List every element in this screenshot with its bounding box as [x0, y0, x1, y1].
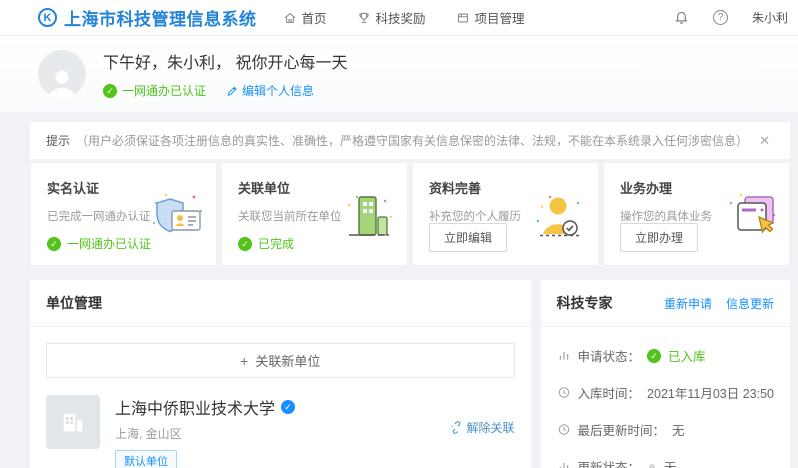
unit-location: 上海, 金山区 — [115, 425, 295, 442]
status-icon — [557, 349, 571, 362]
brand-logo[interactable]: K 上海市科技管理信息系统 — [38, 5, 257, 30]
reapply-link[interactable]: 重新申请 — [664, 295, 712, 312]
app-title: 上海市科技管理信息系统 — [64, 5, 257, 30]
auth-status-badge: ✓ 一网通办已认证 — [103, 82, 206, 99]
user-menu[interactable]: 朱小利 — [752, 9, 788, 26]
unit-name: 上海中侨职业技术大学 — [115, 395, 275, 419]
status-icon — [557, 460, 571, 468]
unit-info: 上海中侨职业技术大学 ✓ 上海, 金山区 默认单位 — [115, 395, 295, 468]
expert-row-apply-status: 申请状态： ✓ 已入库 — [541, 337, 790, 374]
tech-expert-panel: 科技专家 重新申请 信息更新 申请状态： ✓ 已入库 入库时间： 2021年11… — [541, 280, 790, 468]
project-icon — [456, 11, 470, 25]
nav-label: 项目管理 — [475, 8, 525, 27]
page: K 上海市科技管理信息系统 首页 科技奖励 项目管理 ? 朱 — [0, 0, 798, 468]
unit-panel-title: 单位管理 — [46, 293, 102, 313]
check-circle-icon: ✓ — [47, 237, 61, 251]
status-dot — [649, 464, 655, 468]
bottom-section: 单位管理 + 关联新单位 — [30, 280, 790, 468]
person-check-icon — [528, 189, 590, 250]
nav-item-projects[interactable]: 项目管理 — [456, 8, 525, 27]
notice-label: 提示 — [46, 132, 70, 149]
close-icon[interactable]: ✕ — [755, 133, 774, 149]
unlink-unit-link[interactable]: 解除关联 — [450, 419, 515, 436]
expert-row-entry-time: 入库时间： 2021年11月03日 23:50 — [541, 374, 790, 411]
notice-cards-section: 提示 （用户必须保证各项注册信息的真实性、准确性，严格遵守国家有关信息保密的法律… — [30, 122, 790, 266]
greeting-section: 下午好，朱小利， 祝你开心每一天 ✓ 一网通办已认证 编辑个人信息 — [0, 36, 798, 112]
expert-row-update-status: 更新状态： 无 — [541, 448, 790, 468]
card-profile-complete: 资料完善 补充您的个人履历 立即编辑 — [412, 162, 599, 266]
edit-now-button[interactable]: 立即编辑 — [429, 223, 507, 252]
nav-item-awards[interactable]: 科技奖励 — [357, 8, 426, 27]
check-circle-icon: ✓ — [103, 84, 117, 98]
top-header: K 上海市科技管理信息系统 首页 科技奖励 项目管理 ? 朱 — [0, 0, 798, 36]
clock-icon — [557, 423, 571, 436]
notice-text: （用户必须保证各项注册信息的真实性、准确性，严格遵守国家有关信息保密的法律、法规… — [76, 132, 755, 149]
verified-badge-icon: ✓ — [281, 400, 295, 414]
info-update-link[interactable]: 信息更新 — [726, 295, 774, 312]
card-business-handle: 业务办理 操作您的具体业务 立即办理 — [603, 162, 790, 266]
plus-icon: + — [240, 353, 248, 369]
unit-building-icon — [46, 395, 100, 449]
unit-list-item: 上海中侨职业技术大学 ✓ 上海, 金山区 默认单位 解除关联 — [46, 395, 515, 468]
buildings-icon — [337, 189, 399, 250]
add-unit-button[interactable]: + 关联新单位 — [46, 343, 515, 378]
notice-bar: 提示 （用户必须保证各项注册信息的真实性、准确性，严格遵守国家有关信息保密的法律… — [30, 122, 790, 159]
notification-bell-icon[interactable] — [674, 10, 689, 25]
handle-now-button[interactable]: 立即办理 — [620, 223, 698, 252]
check-circle-icon: ✓ — [647, 349, 661, 363]
card-linked-unit: 关联单位 关联您当前所在单位 ✓ 已完成 — [221, 162, 408, 266]
help-icon[interactable]: ? — [713, 10, 728, 25]
trophy-icon — [357, 11, 371, 25]
status-cards: 实名认证 已完成一网通办认证 ✓ 一网通办已认证 关 — [30, 162, 790, 266]
greeting-text-block: 下午好，朱小利， 祝你开心每一天 ✓ 一网通办已认证 编辑个人信息 — [103, 49, 347, 99]
check-circle-icon: ✓ — [238, 237, 252, 251]
expert-row-last-update-time: 最后更新时间： 无 — [541, 411, 790, 448]
nav-label: 科技奖励 — [376, 8, 426, 27]
home-icon — [283, 11, 297, 25]
header-actions: ? 朱小利 — [674, 9, 788, 26]
user-avatar — [38, 50, 86, 98]
clock-icon — [557, 386, 571, 399]
nav-item-home[interactable]: 首页 — [283, 8, 327, 27]
shield-id-icon — [146, 189, 208, 250]
unit-management-panel: 单位管理 + 关联新单位 — [30, 280, 531, 468]
expert-panel-title: 科技专家 — [557, 293, 613, 313]
edit-profile-link[interactable]: 编辑个人信息 — [226, 82, 314, 99]
unlink-icon — [450, 421, 463, 434]
nav-label: 首页 — [302, 8, 327, 27]
card-real-name-auth: 实名认证 已完成一网通办认证 ✓ 一网通办已认证 — [30, 162, 217, 266]
window-click-icon — [719, 189, 781, 250]
greeting-message: 下午好，朱小利， 祝你开心每一天 — [103, 49, 347, 73]
main-nav: 首页 科技奖励 项目管理 — [283, 8, 525, 27]
card-status: 已完成 — [258, 235, 294, 252]
default-unit-tag: 默认单位 — [115, 450, 177, 468]
pencil-icon — [226, 85, 238, 97]
card-status: 一网通办已认证 — [67, 235, 151, 252]
logo-k-icon: K — [38, 8, 57, 27]
